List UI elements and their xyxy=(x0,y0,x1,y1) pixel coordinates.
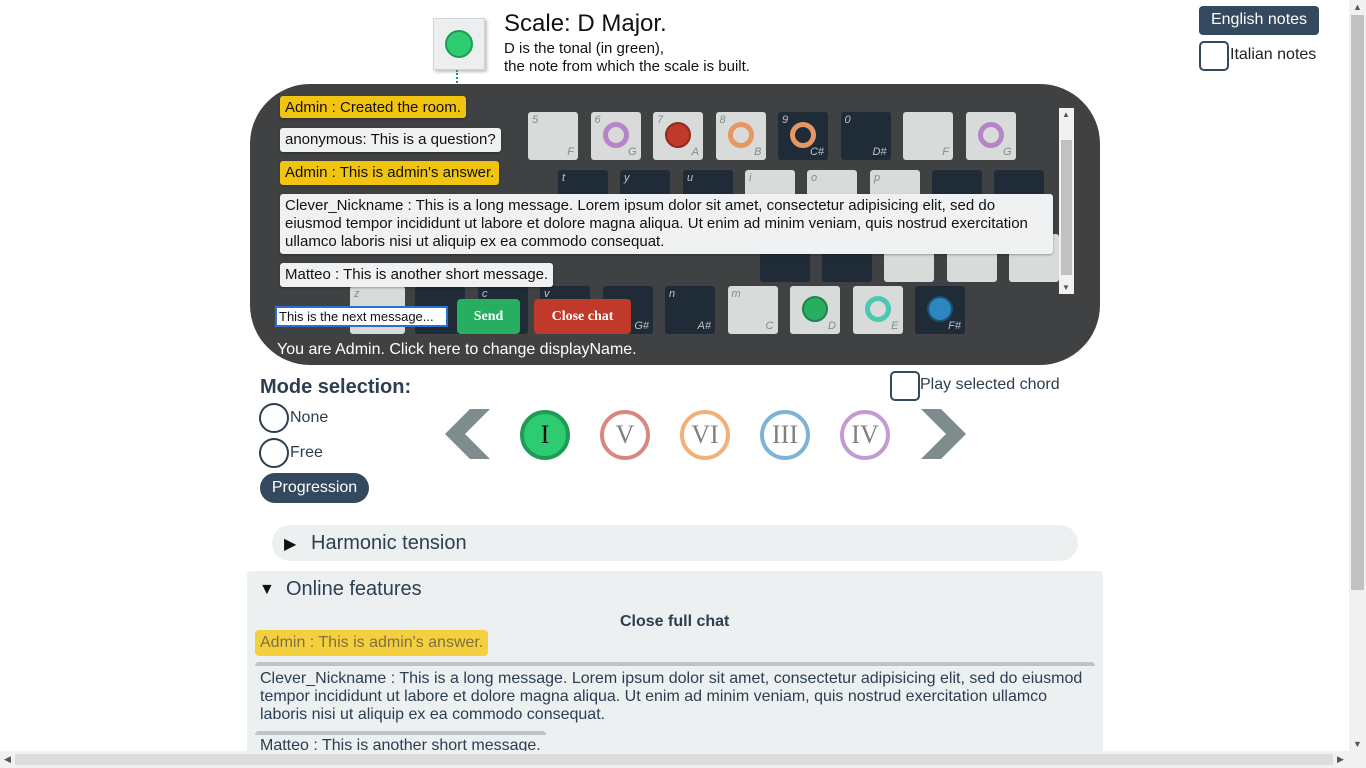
send-button[interactable]: Send xyxy=(457,299,520,334)
chat-message: Admin : Created the room. xyxy=(280,96,466,118)
previous-chord-arrow-icon[interactable] xyxy=(443,409,493,459)
english-notes-button[interactable]: English notes xyxy=(1199,6,1319,35)
key-letter: m xyxy=(731,288,741,300)
tonal-note-indicator xyxy=(433,18,485,70)
chord-degree-1[interactable]: I xyxy=(520,410,570,460)
chord-degree-3[interactable]: VI xyxy=(680,410,730,460)
page-scroll-left-icon[interactable]: ◀ xyxy=(4,754,11,765)
expand-triangle-icon: ▶ xyxy=(284,536,297,553)
play-selected-chord-label: Play selected chord xyxy=(920,376,1060,393)
key-letter: n xyxy=(669,288,676,300)
key-note: F xyxy=(942,146,949,158)
chat-message: Matteo : This is another short message. xyxy=(280,263,554,287)
page-vertical-scrollbar[interactable]: ▲ ▼ xyxy=(1349,0,1366,751)
page-vertical-thumb[interactable] xyxy=(1351,15,1364,590)
piano-key[interactable]: F# xyxy=(915,286,965,334)
close-chat-button[interactable]: Close chat xyxy=(534,299,631,334)
next-chord-arrow-icon[interactable] xyxy=(918,409,968,459)
piano-key[interactable]: F xyxy=(903,112,953,160)
italian-notes-label: Italian notes xyxy=(1230,46,1317,63)
key-letter: 7 xyxy=(657,114,664,126)
change-display-name-link[interactable]: You are Admin. Click here to change disp… xyxy=(277,341,637,359)
mode-none-radio[interactable] xyxy=(259,403,289,433)
chat-message: Clever_Nickname : This is a long message… xyxy=(280,194,1053,254)
scroll-down-icon[interactable]: ▼ xyxy=(1062,283,1070,292)
key-note: D# xyxy=(872,146,887,158)
piano-key[interactable]: 5F xyxy=(528,112,578,160)
key-note: G xyxy=(627,146,637,158)
note-circle-icon xyxy=(602,122,629,148)
page-scroll-right-icon[interactable]: ▶ xyxy=(1337,754,1344,765)
chat-message-input[interactable] xyxy=(275,306,448,327)
scale-desc-line-1: D is the tonal (in green), xyxy=(504,40,665,57)
piano-key[interactable]: 6G xyxy=(590,112,641,160)
page-scroll-down-icon[interactable]: ▼ xyxy=(1353,739,1362,749)
piano-key[interactable]: 0 D# xyxy=(840,112,891,160)
mode-none-label: None xyxy=(290,409,329,426)
collapse-triangle-icon[interactable]: ▼ xyxy=(259,581,275,599)
key-letter: 9 xyxy=(782,114,789,126)
chord-degree-4[interactable]: III xyxy=(760,410,810,460)
scale-title: Scale: D Major. xyxy=(504,10,667,37)
piano-key[interactable]: 8B xyxy=(715,112,766,160)
scale-desc-line-2: the note from which the scale is built. xyxy=(504,58,750,75)
chat-message: Admin : This is admin's answer. xyxy=(280,161,500,185)
online-features-title[interactable]: Online features xyxy=(286,578,422,601)
piano-key[interactable]: 9 C# xyxy=(778,112,828,160)
mode-free-radio[interactable] xyxy=(259,438,289,468)
page-horizontal-scrollbar[interactable]: ◀ ▶ xyxy=(0,751,1366,768)
key-note: C xyxy=(765,320,774,332)
chord-degree-5[interactable]: IV xyxy=(840,410,890,460)
italian-notes-checkbox[interactable] xyxy=(1199,41,1229,71)
page-scroll-up-icon[interactable]: ▲ xyxy=(1353,2,1362,12)
chat-scrollbar-thumb[interactable] xyxy=(1061,140,1072,275)
piano-key[interactable]: 7A xyxy=(653,112,703,160)
harmonic-tension-section[interactable]: ▶ Harmonic tension xyxy=(272,525,1078,561)
harmonic-tension-title: Harmonic tension xyxy=(311,532,467,554)
piano-key[interactable]: D xyxy=(790,286,840,334)
key-letter: 5 xyxy=(532,114,539,126)
piano-key[interactable]: n A# xyxy=(665,286,715,334)
full-chat-message: Admin : This is admin's answer. xyxy=(255,630,489,656)
chat-scrollbar[interactable]: ▲ ▼ xyxy=(1059,108,1074,294)
full-chat-message: Clever_Nickname : This is a long message… xyxy=(255,662,1095,728)
tonal-dot-icon xyxy=(445,30,473,58)
note-circle-icon xyxy=(864,296,891,322)
key-letter: 8 xyxy=(719,114,726,126)
key-note: C# xyxy=(809,146,824,158)
note-circle-icon xyxy=(802,296,828,322)
close-full-chat-button[interactable]: Close full chat xyxy=(620,613,729,631)
key-note: A# xyxy=(697,320,711,332)
key-note: D xyxy=(828,320,836,332)
key-note: F# xyxy=(948,320,961,332)
note-circle-icon xyxy=(790,122,816,148)
page-horizontal-thumb[interactable] xyxy=(15,754,1333,765)
key-note: E xyxy=(891,320,899,332)
mode-free-label: Free xyxy=(290,444,323,461)
play-selected-chord-checkbox[interactable] xyxy=(890,371,920,401)
progression-mode-button[interactable]: Progression xyxy=(260,473,369,503)
piano-key[interactable]: E xyxy=(852,286,903,334)
chat-message: anonymous: This is a question? xyxy=(280,128,501,152)
piano-key[interactable]: mC xyxy=(727,286,778,334)
key-note: F xyxy=(567,146,574,158)
piano-key[interactable]: G xyxy=(965,112,1016,160)
key-note: A xyxy=(691,146,699,158)
mode-selection-title: Mode selection: xyxy=(260,376,412,398)
key-note: B xyxy=(754,146,762,158)
note-circle-icon xyxy=(927,296,953,322)
key-letter: 6 xyxy=(594,114,601,126)
full-chat-message: Matteo : This is another short message. xyxy=(255,731,546,751)
note-circle-icon xyxy=(977,122,1004,148)
note-circle-icon xyxy=(665,122,691,148)
scale-description: D is the tonal (in green), the note from… xyxy=(504,40,750,76)
key-note: G xyxy=(1002,146,1012,158)
key-letter: 0 xyxy=(844,114,851,126)
chord-degree-2[interactable]: V xyxy=(600,410,650,460)
note-circle-icon xyxy=(727,122,754,148)
scroll-up-icon[interactable]: ▲ xyxy=(1062,110,1070,119)
